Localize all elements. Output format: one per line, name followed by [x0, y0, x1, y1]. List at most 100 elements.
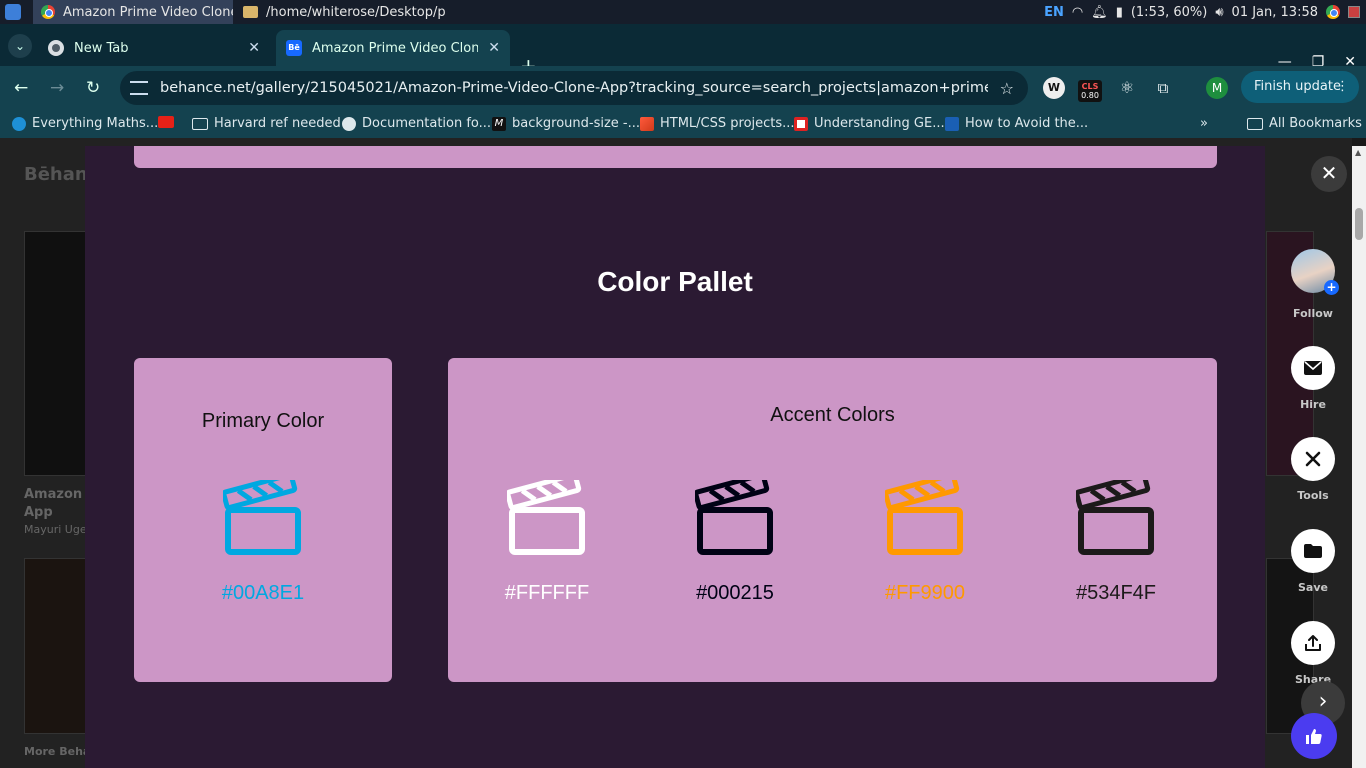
- close-tab-icon[interactable]: ✕: [488, 40, 500, 56]
- forward-icon[interactable]: →: [50, 78, 64, 98]
- clapperboard-icon: [1036, 480, 1196, 556]
- color-swatch: #FFFFFF: [467, 480, 627, 605]
- chrome-favicon-icon: [48, 40, 64, 56]
- author-avatar[interactable]: +: [1291, 249, 1339, 295]
- scrollbar-thumb[interactable]: [1355, 208, 1363, 240]
- action-label: Save: [1298, 581, 1328, 594]
- appreciate-button[interactable]: [1291, 713, 1337, 759]
- battery-status: (1:53, 60%): [1130, 4, 1208, 20]
- accent-colors-card: Accent Colors #FFFFFF #000215 #FF9900 #5…: [448, 358, 1217, 682]
- url-text[interactable]: behance.net/gallery/215045021/Amazon-Pri…: [160, 80, 988, 96]
- bell-icon[interactable]: 🔔︎: [1091, 5, 1108, 20]
- bookmark-item[interactable]: Mbackground-size -...: [492, 116, 640, 131]
- bookmark-star-icon[interactable]: ☆: [1000, 79, 1028, 98]
- folder-icon: [1247, 117, 1263, 130]
- mail-icon[interactable]: [1291, 346, 1335, 390]
- project-title-line2[interactable]: App: [24, 505, 53, 520]
- app-launcher-icon[interactable]: [5, 4, 21, 20]
- project-title[interactable]: Amazon: [24, 487, 82, 502]
- back-icon[interactable]: ←: [14, 78, 28, 98]
- taskbar-item-files[interactable]: /home/whiterose/Desktop/p...: [235, 0, 445, 24]
- keyboard-layout[interactable]: EN: [1044, 5, 1064, 20]
- extensions-puzzle-icon[interactable]: ⧉: [1152, 77, 1174, 99]
- color-swatch: #FF9900: [845, 480, 1005, 605]
- codepen-favicon-icon: [640, 116, 654, 131]
- all-bookmarks[interactable]: All Bookmarks: [1247, 116, 1362, 131]
- tab-label: New Tab: [74, 40, 129, 56]
- project-thumbnail[interactable]: [24, 558, 94, 734]
- clapperboard-icon: [467, 480, 627, 556]
- bookmark-item[interactable]: Everything Maths...: [12, 116, 158, 131]
- color-code: #534F4F: [1075, 582, 1157, 604]
- bookmark-item[interactable]: HTML/CSS projects...: [640, 116, 795, 131]
- extension-w-icon[interactable]: W: [1043, 77, 1065, 99]
- tab-new-tab[interactable]: New Tab ✕: [38, 30, 270, 66]
- globe-favicon-icon: [342, 116, 356, 131]
- site-favicon-icon: [794, 116, 808, 131]
- system-tray: EN ◠ 🔔︎ ▮ (1:53, 60%) 🔊︎ 01 Jan, 13:58: [1044, 0, 1366, 24]
- wifi-icon[interactable]: ◠: [1072, 5, 1083, 20]
- window-tray-icon[interactable]: [1348, 6, 1360, 18]
- follow-action[interactable]: + Follow: [1291, 249, 1339, 320]
- menu-dots-icon: ⋮: [1336, 79, 1349, 94]
- bookmark-item[interactable]: Understanding GE...: [794, 116, 945, 131]
- close-tab-icon[interactable]: ✕: [248, 40, 260, 56]
- project-author[interactable]: Mayuri Uge: [24, 523, 87, 536]
- share-action[interactable]: Share: [1291, 621, 1335, 686]
- save-action[interactable]: Save: [1291, 529, 1335, 594]
- plus-icon: +: [1324, 280, 1339, 295]
- tools-icon[interactable]: [1291, 437, 1335, 481]
- project-thumbnail[interactable]: [24, 231, 94, 476]
- color-code: #00A8E1: [221, 582, 305, 604]
- color-swatch: #00A8E1: [183, 480, 343, 605]
- section-heading: Color Pallet: [597, 266, 753, 297]
- action-label: Tools: [1297, 489, 1329, 502]
- tab-behance[interactable]: Bē Amazon Prime Video Clone A ✕: [276, 30, 510, 66]
- hire-action[interactable]: Hire: [1291, 346, 1335, 411]
- taskbar-item-label: Amazon Prime Video Clone ...: [63, 4, 233, 20]
- folder-icon: [192, 117, 208, 130]
- previous-section-block: [134, 146, 1217, 168]
- os-taskbar: Amazon Prime Video Clone ... /home/white…: [0, 0, 1366, 24]
- chrome-icon: [41, 5, 55, 19]
- tab-search-button[interactable]: ⌄: [8, 34, 32, 58]
- bookmark-item[interactable]: Documentation fo...: [342, 116, 491, 131]
- close-modal-button[interactable]: ✕: [1311, 156, 1347, 192]
- site-info-icon[interactable]: [130, 81, 148, 95]
- address-bar[interactable]: behance.net/gallery/215045021/Amazon-Pri…: [120, 71, 1028, 105]
- folder-save-icon[interactable]: [1291, 529, 1335, 573]
- bookmark-item[interactable]: How to Avoid the...: [945, 116, 1088, 131]
- behance-favicon-icon: Bē: [286, 40, 302, 56]
- mdn-favicon-icon: M: [492, 116, 506, 131]
- chrome-tray-icon[interactable]: [1326, 5, 1340, 19]
- site-favicon-icon: [945, 116, 959, 131]
- page-scrollbar[interactable]: ▲: [1352, 146, 1366, 768]
- browser-toolbar: ← → ↻ behance.net/gallery/215045021/Amaz…: [0, 66, 1366, 110]
- more-bookmarks-icon[interactable]: »: [1200, 116, 1208, 131]
- color-swatch: #534F4F: [1036, 480, 1196, 605]
- primary-color-card: Primary Color #00A8E1: [134, 358, 392, 682]
- clock[interactable]: 01 Jan, 13:58: [1232, 5, 1318, 20]
- share-icon[interactable]: [1291, 621, 1335, 665]
- card-title: Accent Colors: [770, 404, 895, 426]
- taskbar-item-label: /home/whiterose/Desktop/p...: [266, 4, 445, 20]
- thumbs-up-icon: [1306, 728, 1322, 744]
- taskbar-item-browser[interactable]: Amazon Prime Video Clone ...: [33, 0, 233, 24]
- tools-action[interactable]: Tools: [1291, 437, 1335, 502]
- globe-favicon-icon: [12, 116, 26, 131]
- cls-extension-badge[interactable]: CLS 0.80: [1078, 80, 1102, 102]
- youtube-icon: [158, 116, 174, 128]
- finish-update-button[interactable]: Finish update ⋮: [1241, 71, 1359, 103]
- action-label: Follow: [1293, 307, 1333, 320]
- extension-react-icon[interactable]: ⚛: [1116, 77, 1138, 99]
- folder-icon: [243, 6, 258, 18]
- profile-avatar[interactable]: M: [1206, 77, 1228, 99]
- volume-icon[interactable]: 🔊︎: [1215, 5, 1223, 20]
- action-label: Hire: [1300, 398, 1326, 411]
- project-modal: Color Pallet Primary Color #00A8E1 Accen…: [85, 146, 1265, 768]
- bookmark-folder[interactable]: Harvard ref needed: [192, 116, 341, 131]
- tab-strip: ⌄ New Tab ✕ Bē Amazon Prime Video Clone …: [0, 24, 1366, 78]
- reload-icon[interactable]: ↻: [86, 78, 100, 98]
- tab-label: Amazon Prime Video Clone A: [312, 40, 479, 56]
- youtube-bookmark[interactable]: [158, 116, 174, 128]
